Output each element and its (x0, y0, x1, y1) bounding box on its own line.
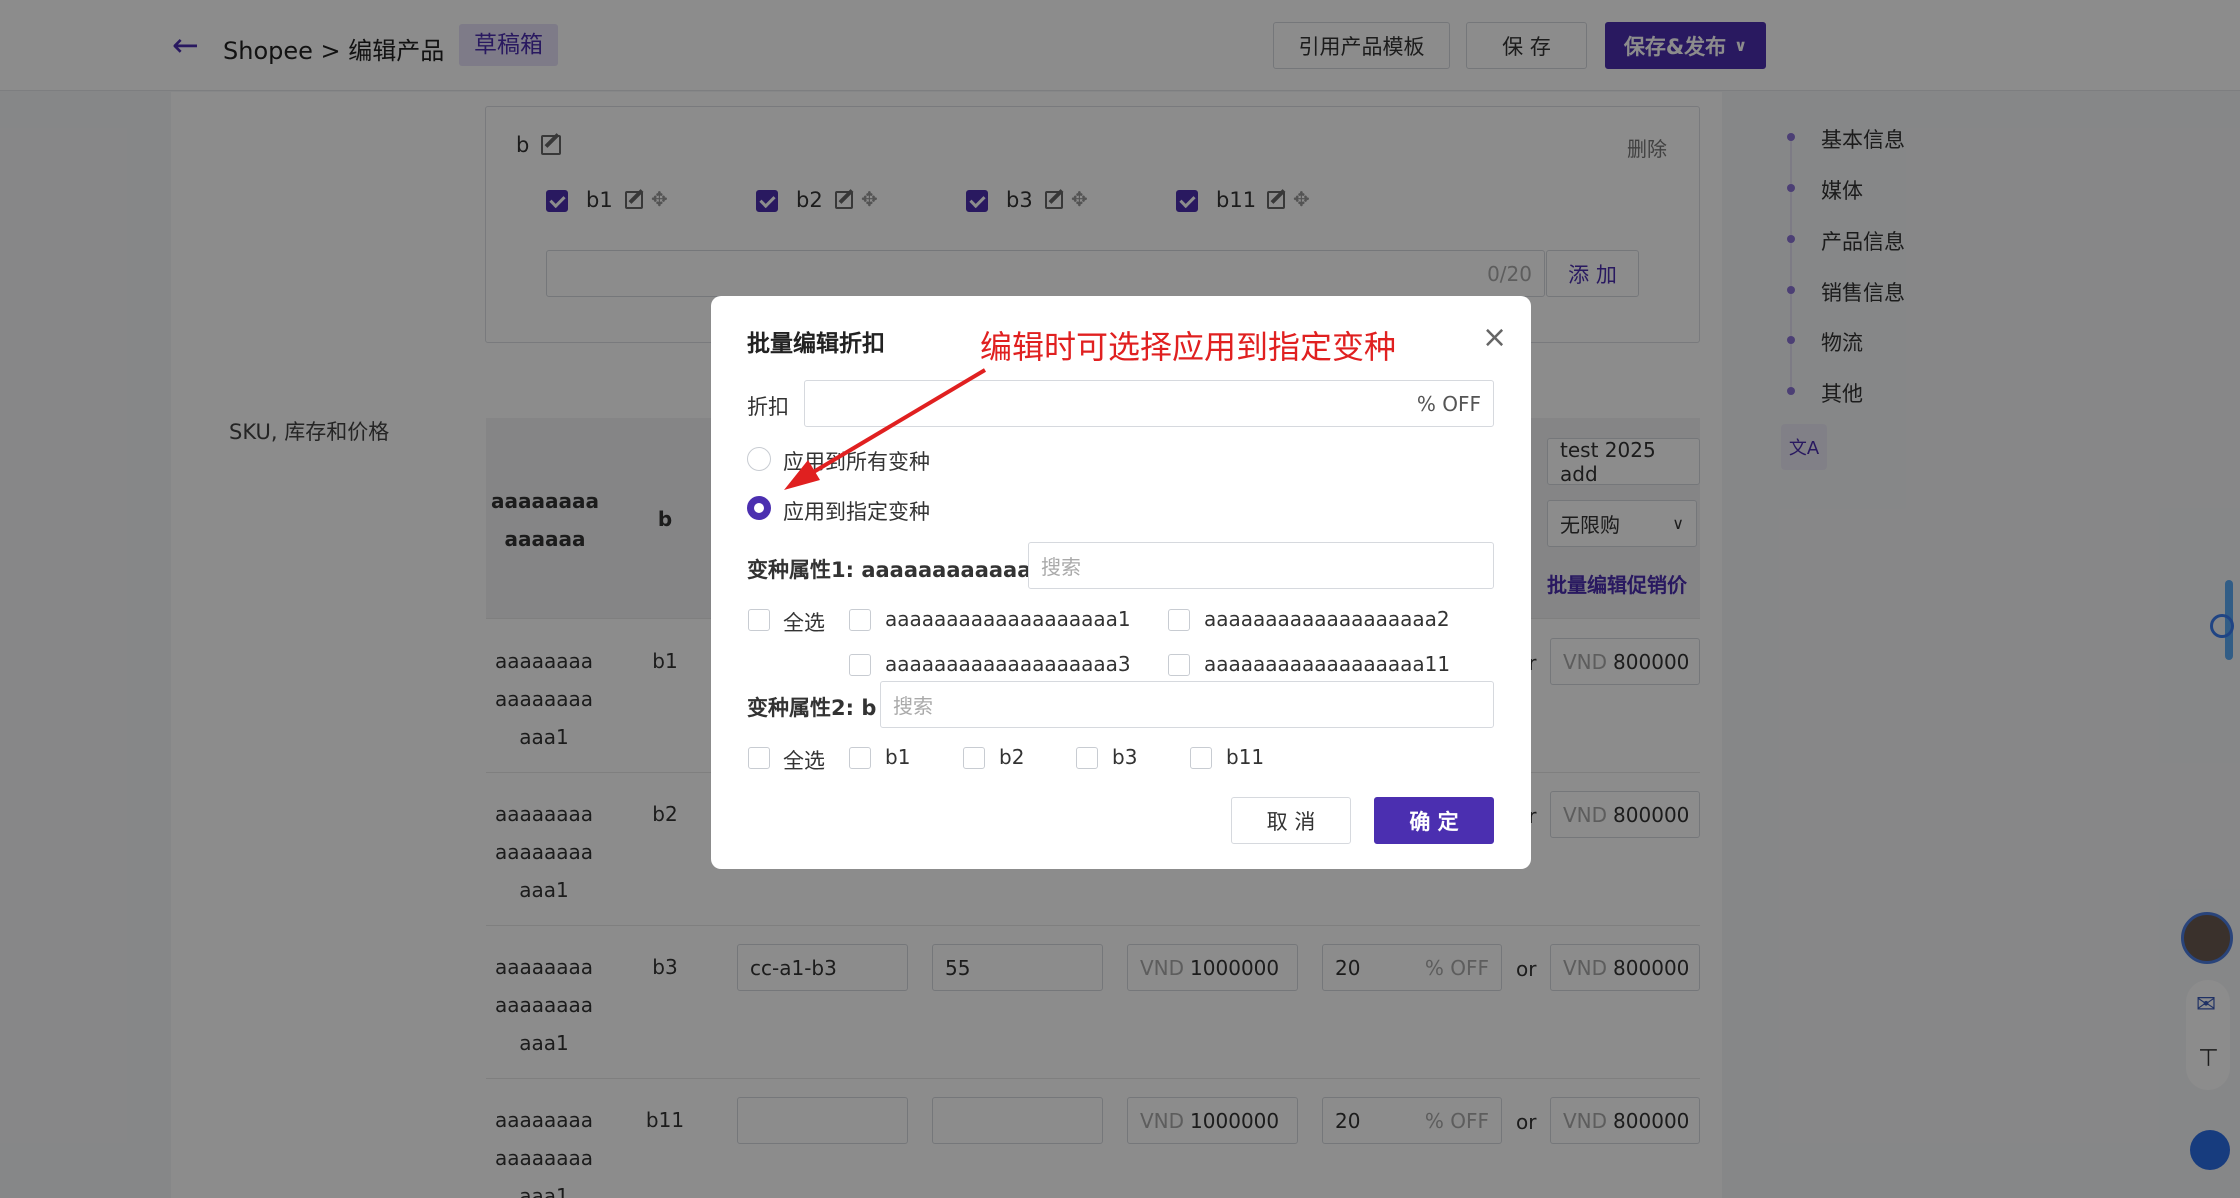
annotation-text: 编辑时可选择应用到指定变种 (980, 328, 1397, 366)
modal-title: 批量编辑折扣 (747, 331, 885, 357)
attr1-option-label: aaaaaaaaaaaaaaaaaaa1 (885, 607, 1131, 631)
attr1-option-checkbox[interactable] (1168, 654, 1190, 676)
attr1-option-label: aaaaaaaaaaaaaaaaaaa3 (885, 652, 1131, 676)
attr2-search-input[interactable]: 搜索 (880, 681, 1494, 728)
attr2-option-label: b11 (1226, 745, 1265, 769)
attr2-option-label: b2 (999, 745, 1025, 769)
attr1-option-checkbox[interactable] (849, 609, 871, 631)
attr2-select-all-checkbox[interactable] (748, 747, 770, 769)
apply-all-radio[interactable] (747, 447, 771, 471)
attr2-option-checkbox[interactable] (963, 747, 985, 769)
attr2-search-placeholder: 搜索 (893, 694, 933, 718)
attr1-option-checkbox[interactable] (849, 654, 871, 676)
attr1-option-label: aaaaaaaaaaaaaaaaaa11 (1204, 652, 1451, 676)
annotation-arrow (784, 368, 987, 490)
attr1-option-label: aaaaaaaaaaaaaaaaaaa2 (1204, 607, 1450, 631)
attr2-option-checkbox[interactable] (1190, 747, 1212, 769)
discount-suffix: % OFF (1416, 391, 1481, 416)
attr2-option-checkbox[interactable] (849, 747, 871, 769)
attr2-option-label: b1 (885, 745, 911, 769)
attr1-search-placeholder: 搜索 (1041, 555, 1081, 579)
attr1-select-all-checkbox[interactable] (748, 609, 770, 631)
attr1-search-input[interactable]: 搜索 (1028, 542, 1494, 589)
confirm-button[interactable]: 确 定 (1374, 797, 1494, 844)
apply-specific-radio[interactable] (747, 496, 771, 520)
attr2-label: 变种属性2: b (747, 696, 877, 720)
attr2-option-label: b3 (1112, 745, 1138, 769)
attr1-select-all-label: 全选 (783, 611, 825, 635)
close-icon[interactable]: × (1482, 320, 1507, 355)
cancel-button[interactable]: 取 消 (1231, 797, 1351, 844)
attr1-option-checkbox[interactable] (1168, 609, 1190, 631)
apply-specific-label: 应用到指定变种 (783, 500, 930, 524)
attr2-option-checkbox[interactable] (1076, 747, 1098, 769)
attr1-label: 变种属性1: aaaaaaaaaaaaaa (747, 558, 1060, 582)
attr2-select-all-label: 全选 (783, 749, 825, 773)
